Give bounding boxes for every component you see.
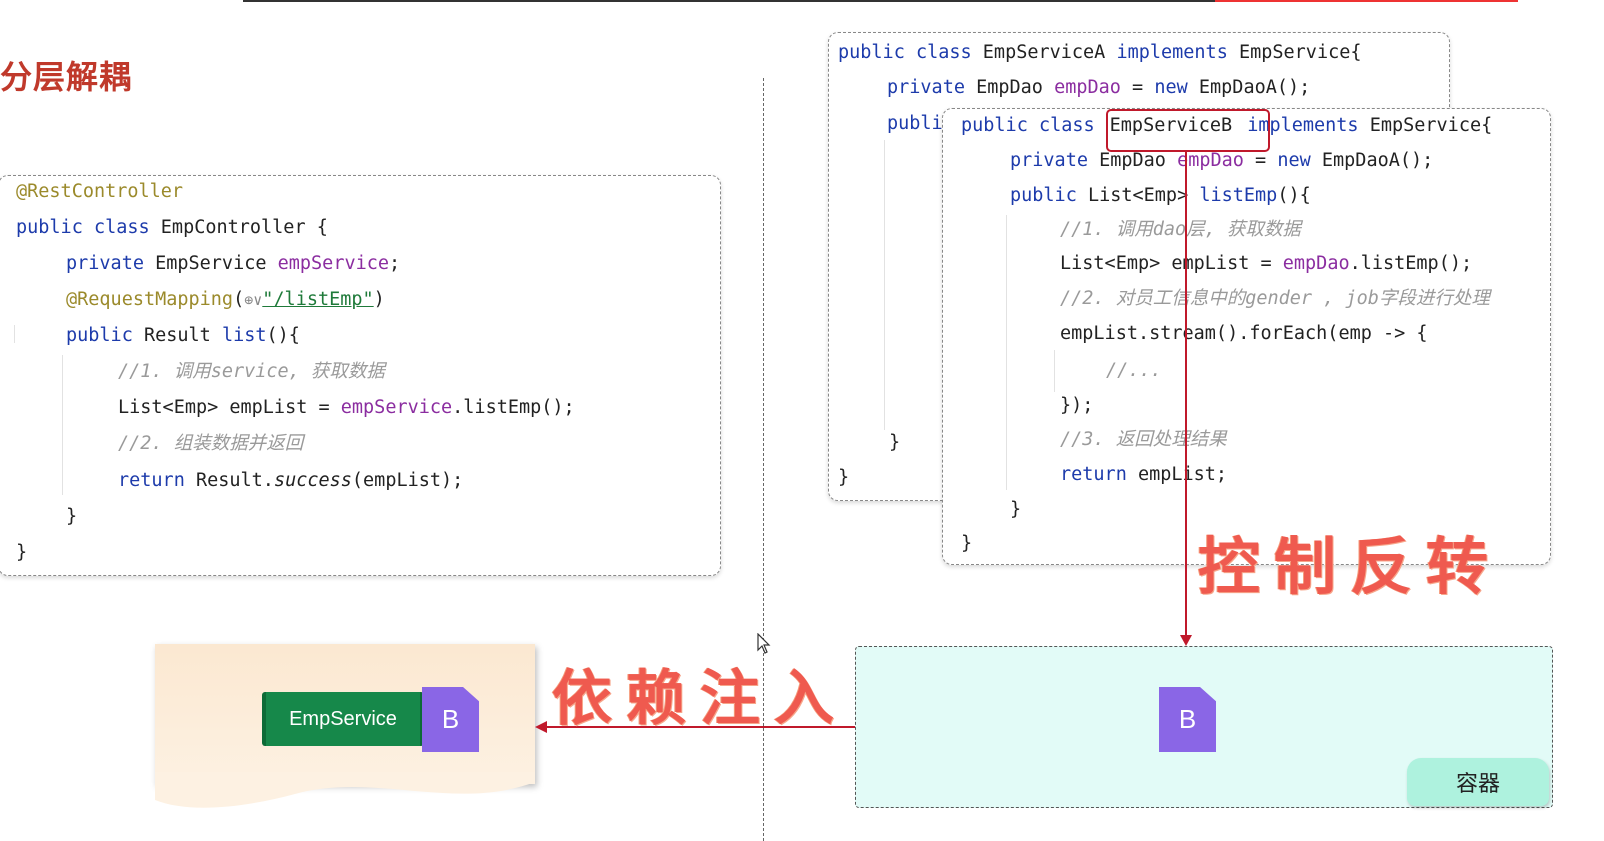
interface-name: EmpService{ — [1358, 115, 1493, 136]
field-name: empService — [340, 397, 453, 418]
serviceA-class-decl: public class EmpServiceA implements EmpS… — [838, 42, 1362, 63]
di-label: 依赖注入 — [552, 664, 848, 734]
keyword: private — [66, 253, 144, 274]
serviceA-method-partial: publi — [887, 113, 943, 134]
ioc-arrow-line — [1185, 150, 1187, 636]
route-string: "/listEmp" — [262, 289, 374, 310]
code-brace: } — [889, 432, 901, 453]
code-text: List<Emp> empList = — [118, 397, 341, 418]
code-text: List<Emp> empList = — [1060, 253, 1283, 274]
interface-name: EmpService{ — [1227, 42, 1362, 63]
serviceB-method-decl: public List<Emp> listEmp(){ — [1010, 185, 1311, 206]
field-name: empDao — [1054, 77, 1121, 98]
code-line-list-call: List<Emp> empList = empService.listEmp()… — [118, 397, 575, 418]
document-bean-icon: B — [1159, 687, 1216, 752]
keyword: new — [1277, 150, 1311, 171]
keyword: public — [66, 325, 133, 346]
type-name: EmpDao — [1087, 150, 1178, 171]
keyword: public — [1010, 185, 1077, 206]
serviceA-field: private EmpDao empDao = new EmpDaoA(); — [887, 77, 1311, 98]
keyword: return — [118, 470, 185, 491]
mouse-cursor-icon — [757, 633, 771, 654]
keyword: private — [1010, 150, 1088, 171]
field-name: empDao — [1282, 253, 1350, 274]
field-name: empService — [277, 253, 390, 274]
type-name: EmpService — [143, 253, 278, 274]
punct: ; — [389, 253, 401, 274]
keyword: private — [887, 77, 965, 98]
punct: ( — [233, 289, 245, 310]
serviceB-field: private EmpDao empDao = new EmpDaoA(); — [1010, 150, 1434, 171]
indent-guide — [1006, 215, 1007, 490]
indent-guide — [62, 355, 63, 495]
punct: ) — [373, 289, 385, 310]
serviceB-return: return empList; — [1060, 464, 1228, 485]
code-text: .listEmp(); — [1349, 253, 1473, 274]
code-brace: } — [961, 533, 973, 554]
ioc-arrowhead — [1180, 635, 1192, 646]
code-brace: } — [1010, 499, 1022, 520]
serviceB-stream: empList.stream().forEach(emp -> { — [1060, 323, 1428, 344]
method-name: listEmp — [1199, 185, 1278, 206]
type-name: EmpDao — [964, 77, 1055, 98]
code-brace: }); — [1060, 395, 1094, 416]
keyword: new — [1154, 77, 1188, 98]
di-arrowhead — [535, 721, 547, 733]
code-line-request-mapping: @RequestMapping(⊕∨"/listEmp") — [66, 289, 385, 310]
empservice-field-badge: EmpService — [262, 692, 424, 746]
code-comment: //2. 对员工信息中的gender , job字段进行处理 — [1060, 288, 1490, 309]
keyword: public class — [838, 42, 972, 63]
code-text: Result. — [184, 470, 274, 491]
code-comment: //3. 返回处理结果 — [1060, 429, 1227, 450]
code-text: .listEmp(); — [452, 397, 575, 418]
code-text: EmpDaoA(); — [1187, 77, 1311, 98]
class-name: EmpController { — [149, 217, 328, 238]
class-name: EmpServiceA — [971, 42, 1117, 63]
keyword: implements — [1116, 42, 1228, 63]
field-name: empDao — [1177, 150, 1244, 171]
code-comment: //2. 组装数据并返回 — [118, 433, 304, 454]
type-name: Result — [132, 325, 222, 346]
code-line-class-decl: public class EmpController { — [16, 217, 328, 238]
code-brace: } — [66, 506, 78, 527]
indent-guide — [1054, 350, 1055, 392]
punct: = — [1243, 150, 1278, 171]
type-name: List<Emp> — [1076, 185, 1200, 206]
punct: (){ — [1277, 185, 1311, 206]
serviceB-highlight-box — [1106, 109, 1270, 152]
keyword: public class — [16, 217, 150, 238]
globe-icon[interactable]: ⊕∨ — [244, 291, 262, 309]
punct: (){ — [266, 325, 300, 346]
method-name: list — [221, 325, 267, 346]
keyword: return — [1060, 464, 1127, 485]
code-comment: //... — [1106, 360, 1162, 381]
serviceB-list-call: List<Emp> empList = empDao.listEmp(); — [1060, 253, 1473, 274]
code-text: empList; — [1126, 464, 1228, 485]
keyword: public class — [961, 115, 1095, 136]
document-bean-icon: B — [422, 687, 479, 752]
ioc-label: 控制反转 — [1198, 530, 1503, 603]
punct: = — [1120, 77, 1155, 98]
top-progress-line — [1215, 0, 1518, 2]
method-name: success — [273, 470, 352, 491]
card-wave-edge — [155, 772, 535, 808]
code-comment: //1. 调用service, 获取数据 — [118, 361, 385, 382]
code-text: EmpDaoA(); — [1310, 150, 1434, 171]
container-label: 容器 — [1407, 758, 1549, 806]
code-line-method-decl: public Result list(){ — [66, 325, 300, 346]
page-title: 分层解耦 — [0, 58, 133, 96]
code-line-return: return Result.success(empList); — [118, 470, 464, 491]
annotation: @RequestMapping — [66, 289, 234, 310]
code-text: (empList); — [351, 470, 464, 491]
code-annotation-restcontroller: @RestController — [16, 181, 184, 202]
code-brace: } — [16, 542, 28, 563]
indent-guide — [14, 325, 15, 343]
code-comment: //1. 调用dao层, 获取数据 — [1060, 219, 1301, 240]
code-line-field: private EmpService empService; — [66, 253, 401, 274]
indent-guide — [884, 140, 885, 430]
code-brace: } — [838, 467, 850, 488]
